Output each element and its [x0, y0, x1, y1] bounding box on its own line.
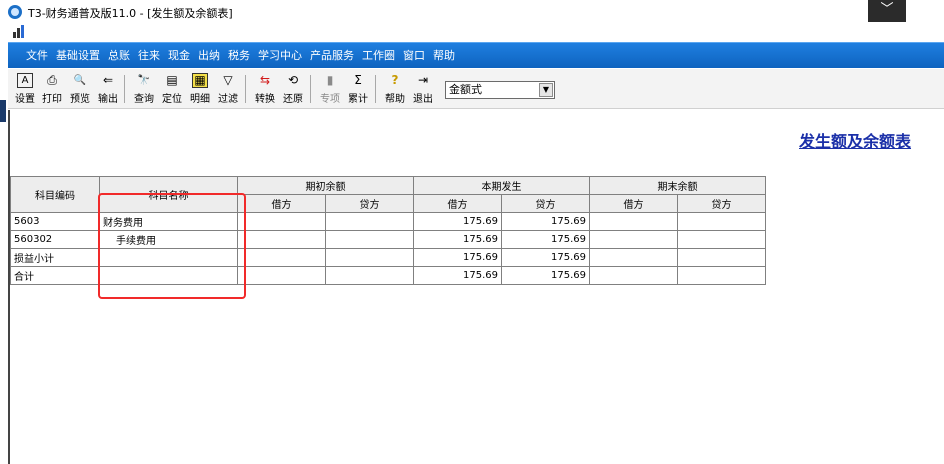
cell-close-credit[interactable] — [677, 248, 766, 267]
restore-button[interactable]: ⟲ 还原 — [280, 73, 306, 107]
menu-accounts[interactable]: 往来 — [134, 43, 164, 69]
cell-period-credit[interactable]: 175.69 — [501, 212, 590, 231]
cell-code[interactable]: 损益小计 — [10, 248, 100, 267]
cell-close-credit[interactable] — [677, 230, 766, 249]
convert-button[interactable]: ⇆ 转换 — [252, 73, 278, 107]
help-icon: ? — [391, 73, 399, 87]
print-icon: ⎙ — [47, 73, 57, 87]
export-button[interactable]: ⇐ 输出 — [95, 73, 121, 107]
cell-close-credit[interactable] — [677, 266, 766, 285]
cell-close-credit[interactable] — [677, 212, 766, 231]
special-item-icon: ▮ — [326, 73, 334, 87]
cell-open-credit[interactable] — [325, 266, 414, 285]
app-icon — [8, 5, 22, 19]
print-button[interactable]: ⎙ 打印 — [39, 73, 65, 107]
detail-icon: ▦ — [192, 73, 208, 88]
header-closing-balance: 期末余额 — [589, 176, 766, 195]
cumulative-button[interactable]: Σ 累计 — [345, 73, 371, 107]
display-mode-select[interactable]: 金额式 ▼ — [445, 81, 555, 99]
header-opening-debit: 借方 — [237, 194, 326, 213]
title-bar: T3-财务通普及版11.0 - [发生额及余额表] ﹀ — [0, 0, 944, 24]
convert-icon: ⇆ — [259, 73, 271, 87]
header-period-amount: 本期发生 — [413, 176, 590, 195]
cell-period-debit[interactable]: 175.69 — [413, 212, 502, 231]
binoculars-icon: 🔭 — [137, 75, 151, 86]
locate-icon: ▤ — [166, 73, 178, 87]
cell-period-debit[interactable]: 175.69 — [413, 248, 502, 267]
menu-general-ledger[interactable]: 总账 — [104, 43, 134, 69]
cell-period-debit[interactable]: 175.69 — [413, 266, 502, 285]
cell-open-debit[interactable] — [237, 248, 326, 267]
cell-period-credit[interactable]: 175.69 — [501, 230, 590, 249]
menu-basic-settings[interactable]: 基础设置 — [52, 43, 104, 69]
menu-tax[interactable]: 税务 — [224, 43, 254, 69]
help-button[interactable]: ? 帮助 — [382, 73, 408, 107]
menu-help[interactable]: 帮助 — [429, 43, 459, 69]
locate-button[interactable]: ▤ 定位 — [159, 73, 185, 107]
cell-period-credit[interactable]: 175.69 — [501, 248, 590, 267]
cell-code[interactable]: 5603 — [10, 212, 100, 231]
exit-door-icon: ⇥ — [417, 73, 429, 87]
special-item-button[interactable]: ▮ 专项 — [317, 73, 343, 107]
cell-close-debit[interactable] — [589, 212, 678, 231]
cell-code[interactable]: 560302 — [10, 230, 100, 249]
detail-button[interactable]: ▦ 明细 — [187, 73, 213, 107]
header-closing-credit: 贷方 — [677, 194, 766, 213]
header-closing-debit: 借方 — [589, 194, 678, 213]
left-border — [8, 110, 10, 464]
menu-file[interactable]: 文件 — [22, 43, 52, 69]
filter-button[interactable]: ▽ 过滤 — [215, 73, 241, 107]
settings-icon: A — [17, 73, 33, 88]
menu-product-services[interactable]: 产品服务 — [306, 43, 358, 69]
query-button[interactable]: 🔭 查询 — [131, 73, 157, 107]
menu-learning-center[interactable]: 学习中心 — [254, 43, 306, 69]
menu-window[interactable]: 窗口 — [399, 43, 429, 69]
menu-cashier[interactable]: 出纳 — [194, 43, 224, 69]
header-opening-balance: 期初余额 — [237, 176, 414, 195]
left-edge — [0, 60, 8, 122]
cell-open-credit[interactable] — [325, 212, 414, 231]
menu-workspace[interactable]: 工作圈 — [358, 43, 399, 69]
cell-open-credit[interactable] — [325, 230, 414, 249]
cell-open-debit[interactable] — [237, 212, 326, 231]
toolbar-separator — [124, 75, 125, 103]
preview-button[interactable]: 🔍 预览 — [67, 73, 93, 107]
cell-period-debit[interactable]: 175.69 — [413, 230, 502, 249]
sigma-icon: Σ — [354, 73, 362, 87]
header-period-debit: 借方 — [413, 194, 502, 213]
settings-button[interactable]: A 设置 — [12, 73, 38, 107]
preview-icon: 🔍 — [73, 75, 87, 86]
exit-button[interactable]: ⇥ 退出 — [410, 73, 436, 107]
collapse-button[interactable]: ﹀ — [868, 0, 906, 22]
header-account-code[interactable]: 科目编码 — [10, 176, 100, 213]
filter-icon: ▽ — [223, 73, 233, 87]
toolbar-separator — [310, 75, 311, 103]
document-icon — [12, 24, 28, 38]
restore-icon: ⟲ — [287, 73, 299, 87]
cell-open-debit[interactable] — [237, 230, 326, 249]
toolbar-separator — [375, 75, 376, 103]
header-opening-credit: 贷方 — [325, 194, 414, 213]
toolbar: A 设置 ⎙ 打印 🔍 预览 ⇐ 输出 🔭 查询 ▤ 定位 ▦ 明细 ▽ 过滤 ⇆ 转换 ⟲ 还原 … — [8, 69, 944, 109]
chevron-down-icon[interactable]: ▼ — [539, 83, 553, 97]
header-period-credit: 贷方 — [501, 194, 590, 213]
cell-close-debit[interactable] — [589, 266, 678, 285]
cell-open-credit[interactable] — [325, 248, 414, 267]
cell-open-debit[interactable] — [237, 266, 326, 285]
report-title[interactable]: 发生额及余额表 — [799, 128, 911, 152]
display-mode-value: 金额式 — [449, 83, 482, 96]
menu-bar: 文件 基础设置 总账 往来 现金 出纳 税务 学习中心 产品服务 工作圈 窗口 帮助 — [8, 42, 944, 68]
cell-period-credit[interactable]: 175.69 — [501, 266, 590, 285]
cell-close-debit[interactable] — [589, 248, 678, 267]
highlight-annotation — [98, 193, 246, 299]
export-icon: ⇐ — [102, 73, 114, 87]
toolbar-separator — [245, 75, 246, 103]
cell-code[interactable]: 合计 — [10, 266, 100, 285]
cell-close-debit[interactable] — [589, 230, 678, 249]
menu-cash[interactable]: 现金 — [164, 43, 194, 69]
window-title: T3-财务通普及版11.0 - [发生额及余额表] — [28, 7, 233, 20]
